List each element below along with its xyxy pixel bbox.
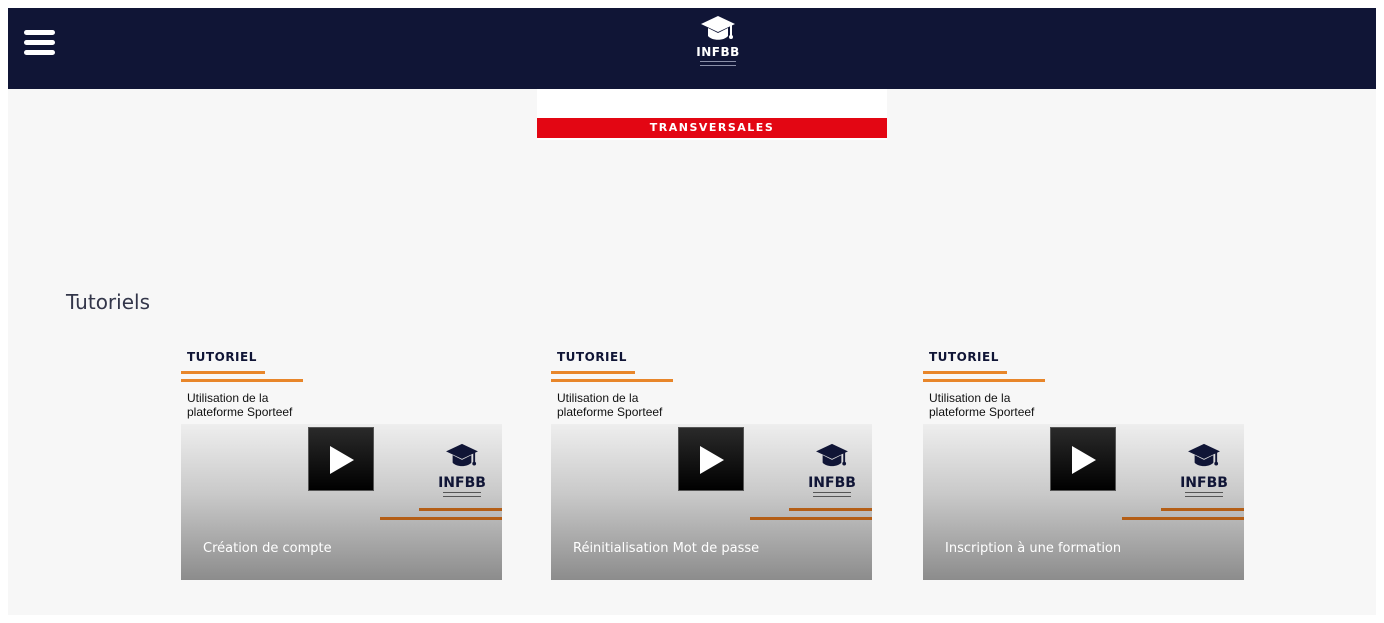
orange-divider: [181, 371, 265, 374]
card-header: TUTORIEL Utilisation de la plateforme Sp…: [551, 346, 872, 424]
play-icon: [700, 446, 724, 474]
card-subtitle-line2: plateforme Sporteef: [187, 405, 293, 419]
orange-divider: [380, 517, 502, 520]
graduation-cap-icon: [701, 16, 735, 40]
video-thumbnail[interactable]: INFBB Inscription à une formation: [923, 424, 1244, 580]
card-subtitle-line2: plateforme Sporteef: [557, 405, 663, 419]
thumbnail-logo-text: INFBB: [1180, 475, 1228, 491]
card-caption: Inscription à une formation: [945, 541, 1122, 556]
tutorial-card[interactable]: TUTORIEL Utilisation de la plateforme Sp…: [923, 346, 1244, 580]
card-caption: Réinitialisation Mot de passe: [573, 541, 760, 556]
orange-divider: [789, 508, 872, 511]
thumbnail-logo: INFBB: [1179, 442, 1229, 497]
card-subtitle: Utilisation de la plateforme Sporteef: [929, 391, 1079, 419]
play-button[interactable]: [1050, 427, 1116, 491]
graduation-cap-icon: [1188, 443, 1220, 467]
play-icon: [330, 446, 354, 474]
play-icon: [1072, 446, 1096, 474]
orange-divider: [750, 517, 872, 520]
orange-divider: [181, 379, 303, 382]
orange-divider: [419, 508, 502, 511]
logo-tagline-lines: [700, 61, 736, 66]
infbb-logo[interactable]: INFBB: [683, 14, 753, 78]
card-kicker: TUTORIEL: [557, 350, 627, 364]
orange-divider: [923, 379, 1045, 382]
tutorial-card[interactable]: TUTORIEL Utilisation de la plateforme Sp…: [181, 346, 502, 580]
card-caption: Création de compte: [203, 541, 332, 556]
tutorial-card[interactable]: TUTORIEL Utilisation de la plateforme Sp…: [551, 346, 872, 580]
thumbnail-logo-tagline: [443, 492, 481, 497]
thumbnail-logo: INFBB: [807, 442, 857, 497]
orange-divider: [923, 371, 1007, 374]
card-subtitle: Utilisation de la plateforme Sporteef: [187, 391, 337, 419]
graduation-cap-icon: [816, 443, 848, 467]
thumbnail-logo-tagline: [1185, 492, 1223, 497]
thumbnail-logo-tagline: [813, 492, 851, 497]
page: INFBB TRANSVERSALES Tutoriels TUTORIEL U…: [8, 8, 1376, 615]
banner-label: TRANSVERSALES: [537, 118, 887, 138]
play-button[interactable]: [308, 427, 374, 491]
orange-divider: [1161, 508, 1244, 511]
logo-text: INFBB: [696, 45, 740, 59]
thumbnail-logo-text: INFBB: [808, 475, 856, 491]
card-header: TUTORIEL Utilisation de la plateforme Sp…: [923, 346, 1244, 424]
video-thumbnail[interactable]: INFBB Réinitialisation Mot de passe: [551, 424, 872, 580]
card-subtitle-line2: plateforme Sporteef: [929, 405, 1035, 419]
orange-divider: [551, 379, 673, 382]
card-subtitle-line1: Utilisation de la: [929, 391, 1011, 405]
play-button[interactable]: [678, 427, 744, 491]
thumbnail-logo: INFBB: [437, 442, 487, 497]
section-title: Tutoriels: [66, 290, 150, 314]
video-thumbnail[interactable]: INFBB Création de compte: [181, 424, 502, 580]
graduation-cap-icon: [446, 443, 478, 467]
orange-divider: [551, 371, 635, 374]
hamburger-menu-icon[interactable]: [24, 28, 56, 58]
category-banner[interactable]: TRANSVERSALES: [537, 89, 887, 140]
card-kicker: TUTORIEL: [929, 350, 999, 364]
card-subtitle-line1: Utilisation de la: [557, 391, 639, 405]
card-subtitle: Utilisation de la plateforme Sporteef: [557, 391, 707, 419]
thumbnail-logo-text: INFBB: [438, 475, 486, 491]
card-header: TUTORIEL Utilisation de la plateforme Sp…: [181, 346, 502, 424]
card-kicker: TUTORIEL: [187, 350, 257, 364]
top-navigation-bar: INFBB: [8, 8, 1376, 89]
orange-divider: [1122, 517, 1244, 520]
card-subtitle-line1: Utilisation de la: [187, 391, 269, 405]
